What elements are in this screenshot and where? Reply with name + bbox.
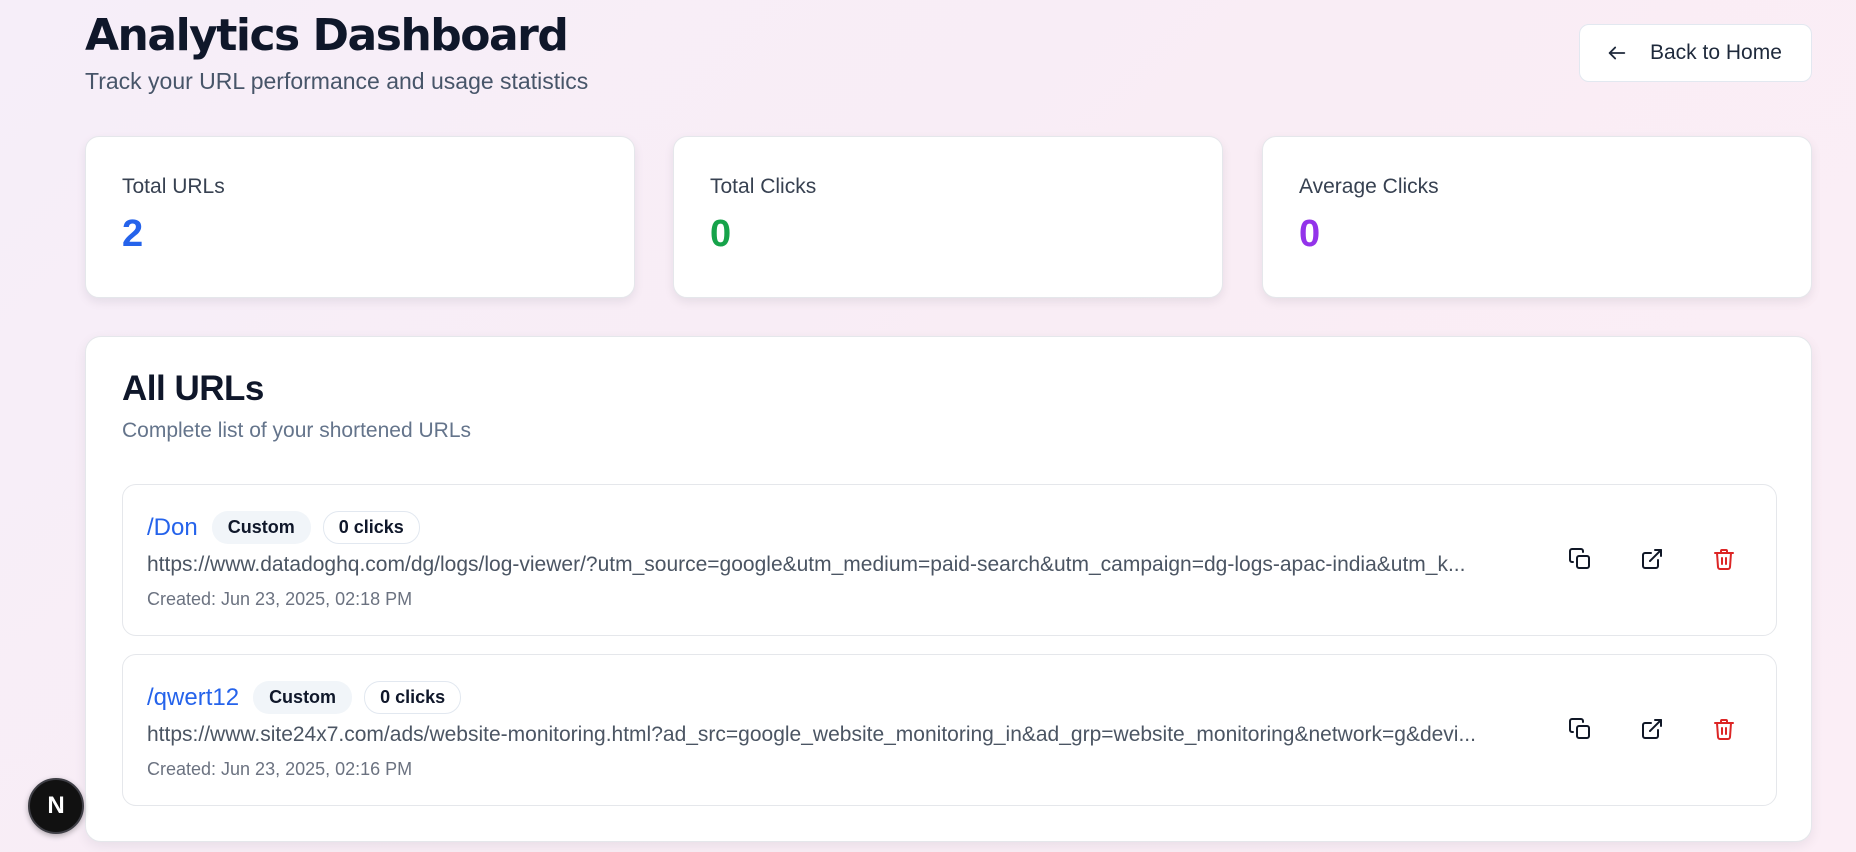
back-to-home-button[interactable]: Back to Home: [1579, 24, 1812, 82]
created-date: Created: Jun 23, 2025, 02:16 PM: [147, 759, 413, 779]
external-link-icon: [1642, 719, 1662, 739]
stat-label: Total Clicks: [710, 175, 817, 198]
copy-button[interactable]: [1560, 539, 1600, 579]
copy-button[interactable]: [1560, 709, 1600, 749]
stat-label: Average Clicks: [1299, 175, 1439, 198]
section-title: All URLs: [122, 369, 264, 408]
page: Analytics Dashboard Track your URL perfo…: [0, 0, 1856, 852]
open-link-button[interactable]: [1632, 709, 1672, 749]
url-list-item: /Don Custom 0 clicks https://www.datadog…: [122, 484, 1777, 636]
delete-button[interactable]: [1704, 539, 1744, 579]
page-header: Analytics Dashboard Track your URL perfo…: [85, 8, 588, 95]
section-subtitle: Complete list of your shortened URLs: [122, 419, 471, 442]
trash-icon: [1714, 719, 1734, 740]
page-title: Analytics Dashboard: [85, 10, 569, 61]
stat-card-average-clicks: Average Clicks 0: [1262, 136, 1812, 298]
original-url: https://www.site24x7.com/ads/website-mon…: [147, 723, 1476, 746]
external-link-icon: [1642, 549, 1662, 569]
stat-card-total-clicks: Total Clicks 0: [673, 136, 1223, 298]
stat-value: 0: [1299, 213, 1321, 255]
short-url-link[interactable]: /qwert12: [147, 684, 239, 712]
stat-value: 2: [122, 213, 144, 255]
open-link-button[interactable]: [1632, 539, 1672, 579]
stat-label: Total URLs: [122, 175, 225, 198]
stat-card-total-urls: Total URLs 2: [85, 136, 635, 298]
arrow-left-icon: [1606, 42, 1628, 64]
back-to-home-label: Back to Home: [1650, 41, 1782, 64]
all-urls-card: All URLs Complete list of your shortened…: [85, 336, 1812, 842]
original-url: https://www.datadoghq.com/dg/logs/log-vi…: [147, 553, 1466, 576]
url-item-header: /Don Custom 0 clicks: [147, 511, 420, 544]
page-subtitle: Track your URL performance and usage sta…: [85, 68, 589, 94]
copy-icon: [1569, 718, 1590, 739]
copy-icon: [1569, 548, 1590, 569]
short-url-link[interactable]: /Don: [147, 514, 198, 542]
url-item-header: /qwert12 Custom 0 clicks: [147, 681, 462, 714]
created-date: Created: Jun 23, 2025, 02:18 PM: [147, 589, 413, 609]
nextjs-logo-letter: N: [47, 792, 65, 819]
trash-icon: [1714, 549, 1734, 570]
custom-badge: Custom: [211, 511, 311, 544]
url-list-item: /qwert12 Custom 0 clicks https://www.sit…: [122, 654, 1777, 806]
clicks-badge: 0 clicks: [322, 511, 420, 544]
delete-button[interactable]: [1704, 709, 1744, 749]
stat-value: 0: [710, 213, 732, 255]
clicks-badge: 0 clicks: [364, 681, 462, 714]
nextjs-dev-indicator-button[interactable]: N: [28, 778, 84, 834]
custom-badge: Custom: [253, 681, 353, 714]
